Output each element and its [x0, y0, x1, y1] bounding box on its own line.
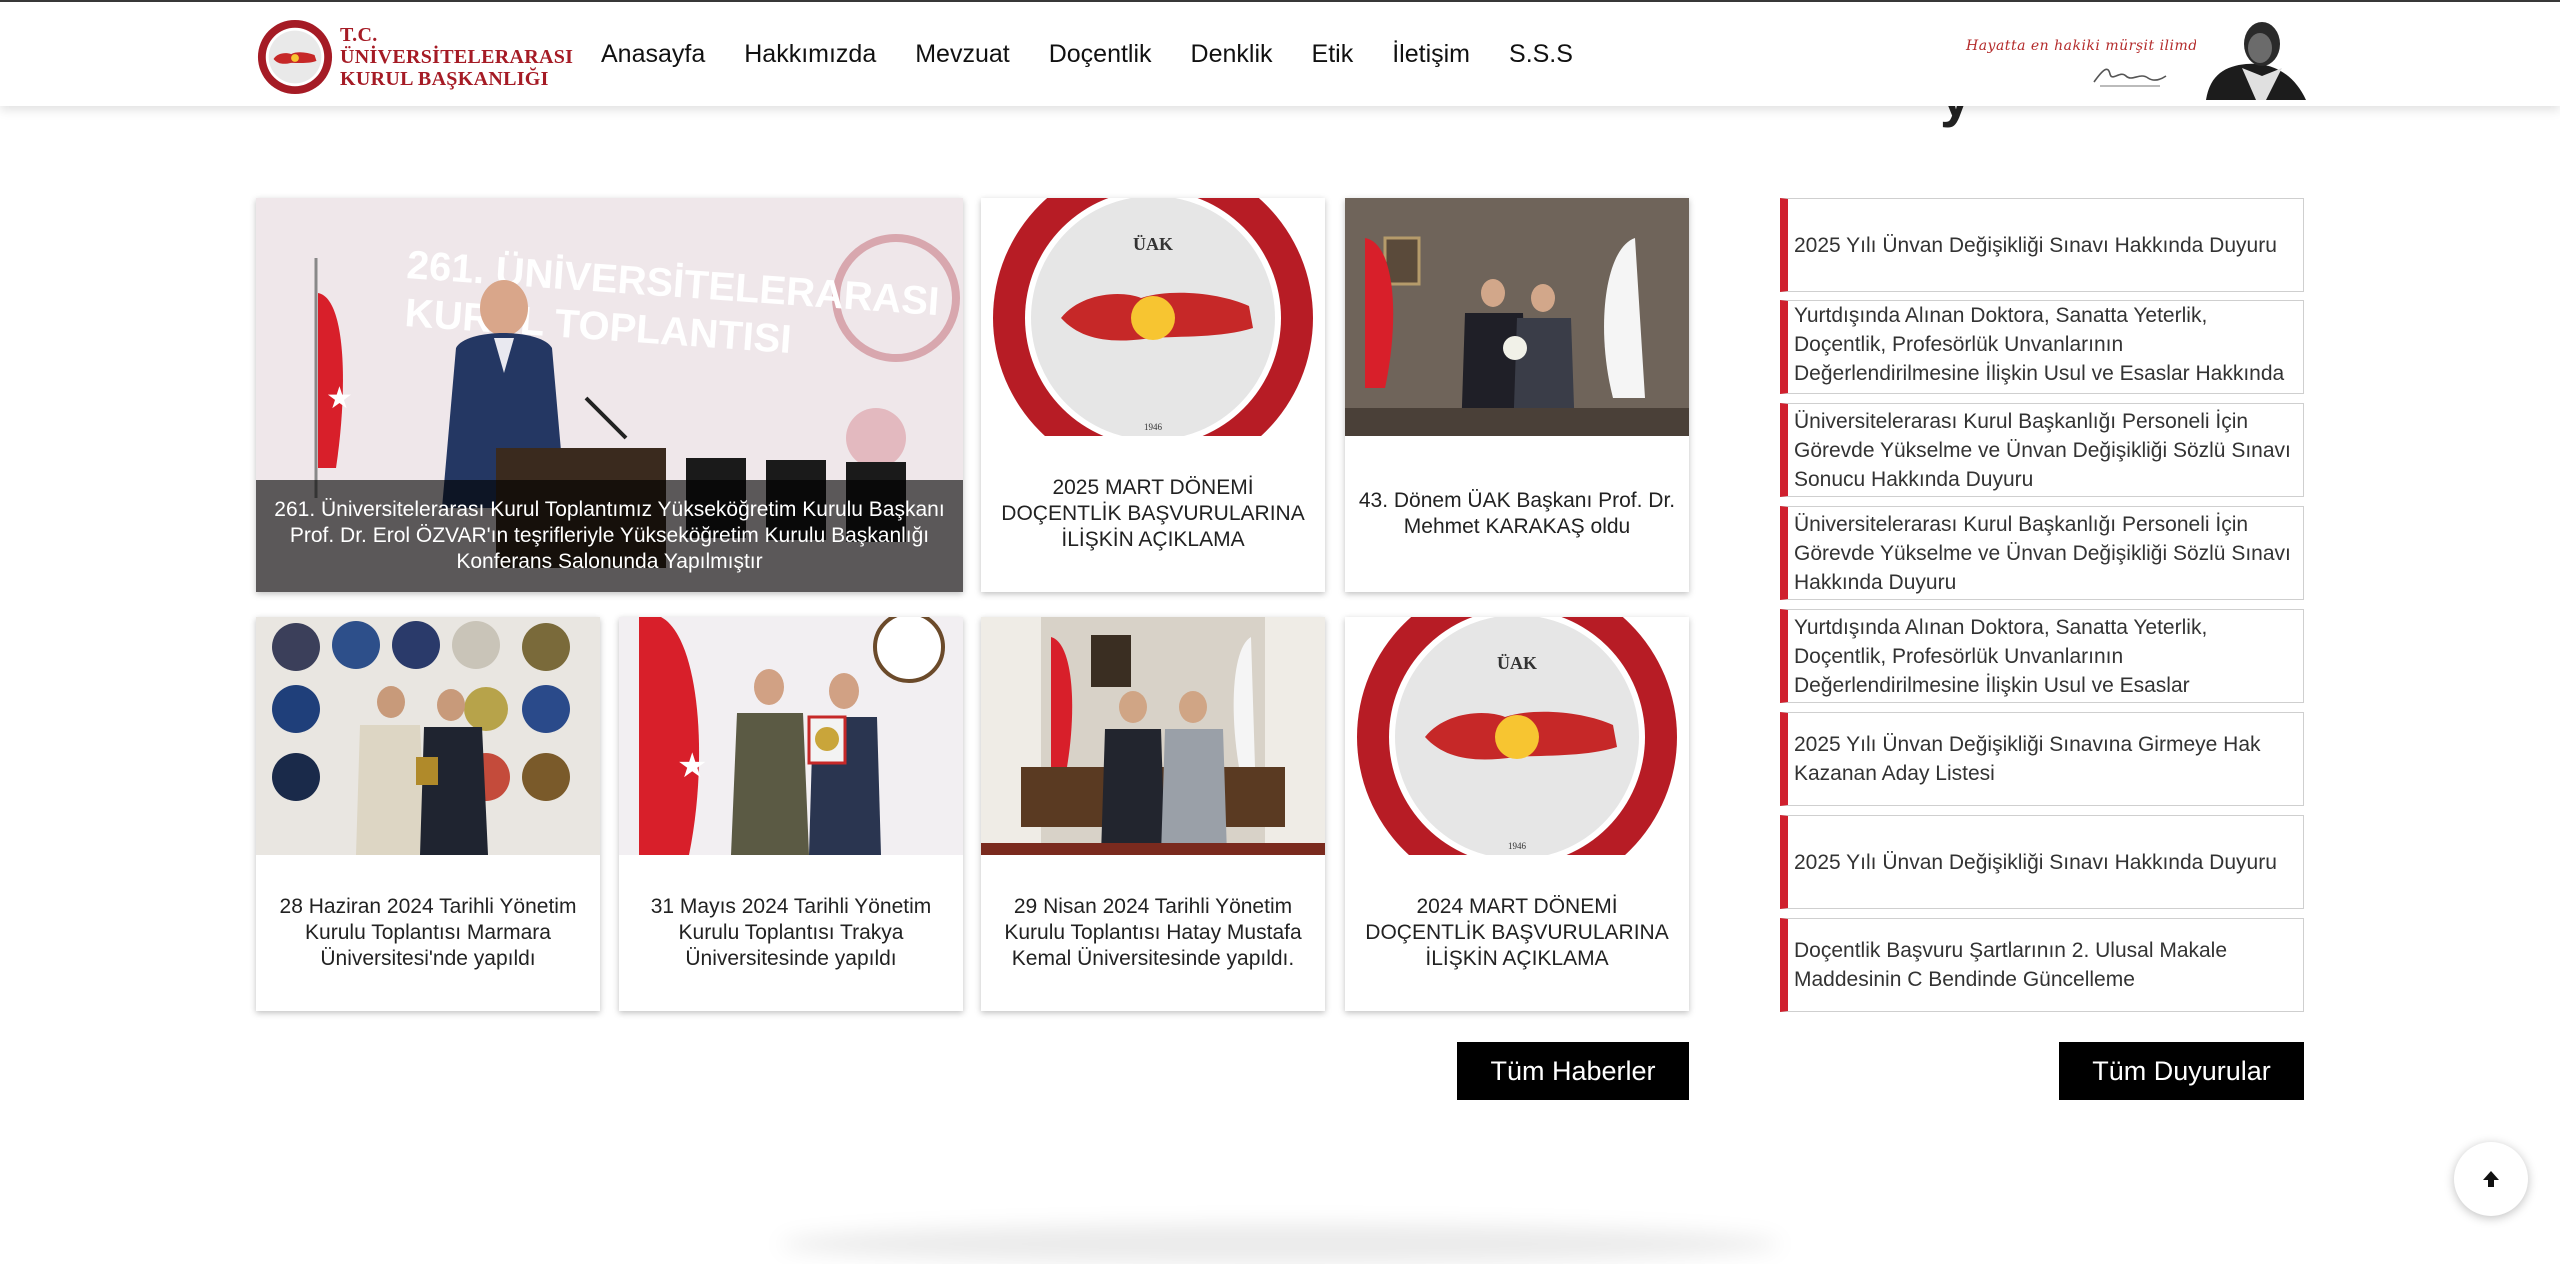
logo-line-3: KURUL BAŞKANLIĞI	[340, 68, 549, 90]
announcement-item[interactable]: Yurtdışında Alınan Doktora, Sanatta Yete…	[1780, 300, 2304, 394]
uak-seal-image: ÜAK 1946	[1345, 617, 1689, 855]
news-card[interactable]: ★ 31 Mayıs 2024 Tarihli Yönetim Kurulu T…	[619, 617, 963, 1011]
announcement-item[interactable]: 2025 Yılı Ünvan Değişikliği Sınavı Hakkı…	[1780, 198, 2304, 292]
news-image: ★	[619, 617, 963, 855]
svg-text:★: ★	[326, 381, 353, 416]
news-card[interactable]: 28 Haziran 2024 Tarihli Yönetim Kurulu T…	[256, 617, 600, 1011]
news-image	[1345, 198, 1689, 436]
all-announcements-button[interactable]: Tüm Duyurular	[2059, 1042, 2304, 1100]
nav-iletisim[interactable]: İletişim	[1392, 32, 1470, 76]
seal-abbr: ÜAK	[1497, 653, 1537, 673]
news-caption: 29 Nisan 2024 Tarihli Yönetim Kurulu Top…	[1004, 895, 1302, 970]
nav-hakkimizda[interactable]: Hakkımızda	[744, 32, 876, 76]
announcement-item[interactable]: Üniversitelerarası Kurul Başkanlığı Pers…	[1780, 506, 2304, 600]
news-card[interactable]: 29 Nisan 2024 Tarihli Yönetim Kurulu Top…	[981, 617, 1325, 1011]
announcement-item[interactable]: Doçentlik Başvuru Şartlarının 2. Ulusal …	[1780, 918, 2304, 1012]
logo-line-2: ÜNİVERSİTELERARASI	[340, 46, 574, 68]
announcement-item[interactable]: Yurtdışında Alınan Doktora, Sanatta Yete…	[1780, 609, 2304, 703]
news-caption: 2024 MART DÖNEMİ DOÇENTLİK BAŞVURULARINA…	[1365, 895, 1669, 970]
announcement-item[interactable]: 2025 Yılı Ünvan Değişikliği Sınavı Hakkı…	[1780, 815, 2304, 909]
nav-denklik[interactable]: Denklik	[1191, 32, 1273, 76]
uak-seal-icon	[257, 19, 333, 95]
nav-sss[interactable]: S.S.S	[1509, 32, 1573, 76]
news-caption: 43. Dönem ÜAK Başkanı Prof. Dr. Mehmet K…	[1358, 489, 1676, 538]
ataturk-signature-icon	[2093, 68, 2167, 87]
nav-etik[interactable]: Etik	[1312, 32, 1354, 76]
logo-line-1: T.C.	[340, 24, 378, 46]
news-card-featured[interactable]: 261. ÜNİVERSİTELERARASI KURUL TOPLANTISI…	[256, 198, 963, 592]
nav-mevzuat[interactable]: Mevzuat	[915, 32, 1009, 76]
ataturk-quote: Hayatta en hakiki mürşit ilimdir.	[1966, 38, 2214, 54]
svg-text:★: ★	[677, 746, 707, 786]
main-nav: Anasayfa Hakkımızda Mevzuat Doçentlik De…	[601, 32, 1612, 76]
news-caption-featured: 261. Üniversitelerarası Kurul Toplantımı…	[256, 480, 963, 592]
all-news-button[interactable]: Tüm Haberler	[1457, 1042, 1689, 1100]
footer-shadow	[780, 1224, 1780, 1264]
logo-text: T.C. ÜNİVERSİTELERARASI KURUL BAŞKANLIĞI	[340, 24, 573, 90]
nav-docentlik[interactable]: Doçentlik	[1049, 32, 1152, 76]
news-image	[981, 617, 1325, 855]
news-card[interactable]: 43. Dönem ÜAK Başkanı Prof. Dr. Mehmet K…	[1345, 198, 1689, 592]
announcement-item[interactable]: Üniversitelerarası Kurul Başkanlığı Pers…	[1780, 403, 2304, 497]
news-image	[256, 617, 600, 855]
news-caption: 2025 MART DÖNEMİ DOÇENTLİK BAŞVURULARINA…	[1001, 476, 1305, 551]
uak-logo[interactable]: T.C. ÜNİVERSİTELERARASI KURUL BAŞKANLIĞI	[256, 16, 573, 98]
seal-year: 1946	[1144, 422, 1163, 432]
ataturk-portrait-image	[2196, 16, 2310, 100]
news-card[interactable]: ÜAK 1946 2025 MART DÖNEMİ DOÇENTLİK BAŞV…	[981, 198, 1325, 592]
nav-anasayfa[interactable]: Anasayfa	[601, 32, 705, 76]
arrow-up-icon	[2483, 1171, 2499, 1187]
seal-abbr: ÜAK	[1133, 234, 1173, 254]
news-caption: 31 Mayıs 2024 Tarihli Yönetim Kurulu Top…	[650, 895, 932, 970]
announcement-item[interactable]: 2025 Yılı Ünvan Değişikliği Sınavına Gir…	[1780, 712, 2304, 806]
news-caption: 28 Haziran 2024 Tarihli Yönetim Kurulu T…	[279, 895, 577, 970]
seal-year: 1946	[1508, 841, 1527, 851]
site-header: T.C. ÜNİVERSİTELERARASI KURUL BAŞKANLIĞI…	[0, 2, 2560, 106]
news-card[interactable]: ÜAK 1946 2024 MART DÖNEMİ DOÇENTLİK BAŞV…	[1345, 617, 1689, 1011]
scroll-to-top-button[interactable]	[2454, 1142, 2528, 1216]
uak-seal-image: ÜAK 1946	[981, 198, 1325, 436]
